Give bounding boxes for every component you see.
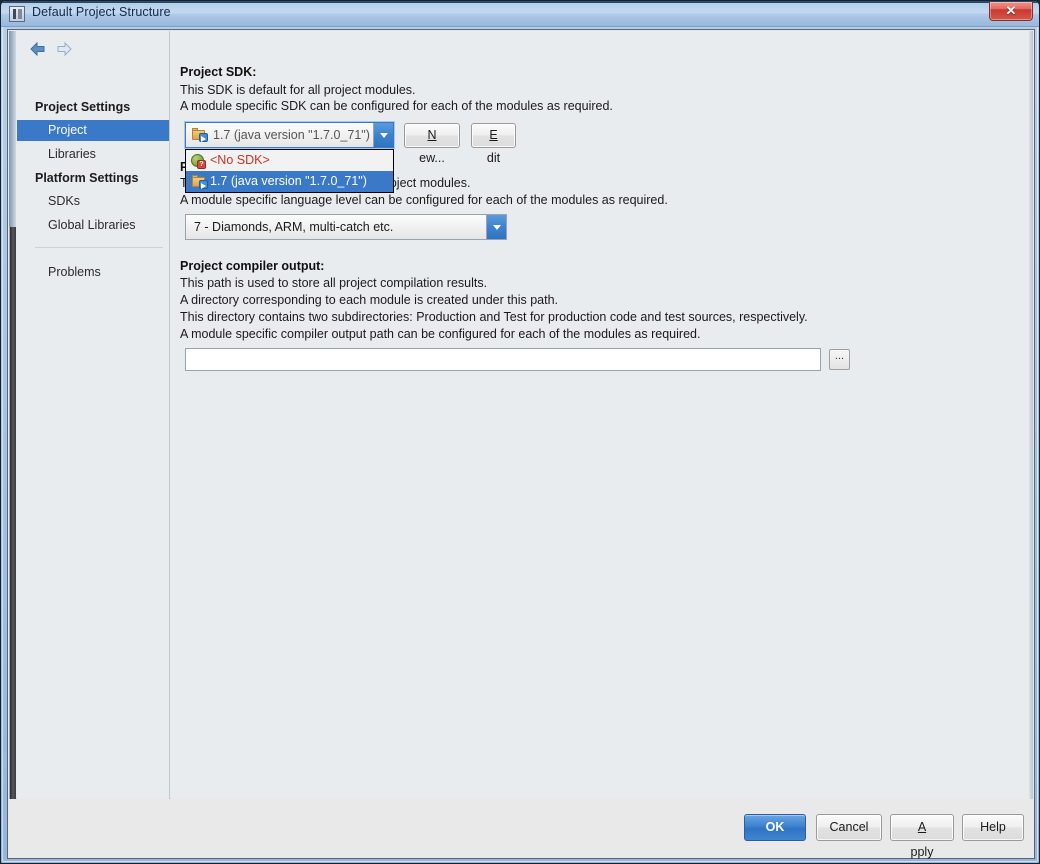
sidebar-divider: [35, 247, 163, 248]
sdk-option-label: <No SDK>: [210, 153, 270, 167]
project-sdk-combobox[interactable]: 1.7 (java version "1.7.0_71"): [185, 122, 394, 148]
ok-button[interactable]: OK: [744, 814, 806, 841]
project-compiler-output-title: Project compiler output:: [180, 259, 325, 273]
help-button-label: Help: [980, 820, 1006, 834]
compiler-output-path-input[interactable]: [185, 348, 821, 371]
browse-compiler-output-button[interactable]: ...: [829, 349, 850, 370]
main-panel: Project SDK: This SDK is default for all…: [171, 31, 1033, 799]
close-button[interactable]: ✕: [989, 2, 1033, 21]
project-compiler-output-desc-3: This directory contains two subdirectori…: [180, 310, 808, 324]
project-sdk-value: 1.7 (java version "1.7.0_71"): [213, 128, 370, 142]
title-bar: Default Project Structure ✕: [1, 1, 1039, 27]
new-sdk-button[interactable]: New...: [404, 123, 460, 165]
sidebar: Project Settings Project Libraries Platf…: [17, 31, 170, 799]
ok-button-label: OK: [765, 820, 785, 834]
title-bar-top-edge: [1, 1, 1039, 3]
edit-sdk-button-label: Edit: [486, 128, 501, 165]
sidebar-item-label: Global Libraries: [48, 218, 136, 232]
sidebar-nav-arrows: [25, 39, 85, 61]
chevron-down-icon[interactable]: [373, 123, 393, 147]
sidebar-item-sdks[interactable]: SDKs: [17, 191, 169, 212]
apply-button-label: Apply: [910, 820, 934, 859]
project-sdk-title: Project SDK:: [180, 65, 257, 79]
close-icon: ✕: [1005, 3, 1017, 18]
sidebar-item-label: Libraries: [48, 147, 96, 161]
project-language-level-value: 7 - Diamonds, ARM, multi-catch etc.: [194, 220, 394, 234]
sidebar-item-label: Problems: [48, 265, 101, 279]
project-compiler-output-desc-2: A directory corresponding to each module…: [180, 293, 558, 307]
sidebar-item-project[interactable]: Project: [17, 120, 169, 141]
sdk-option-no-sdk[interactable]: ? <No SDK>: [186, 150, 393, 171]
new-sdk-button-label: New...: [419, 128, 445, 165]
left-scrollbar-track[interactable]: [10, 227, 16, 799]
chevron-down-icon[interactable]: [486, 215, 506, 239]
project-language-level-combobox[interactable]: 7 - Diamonds, ARM, multi-catch etc.: [185, 214, 507, 240]
sidebar-item-label: SDKs: [48, 194, 80, 208]
project-sdk-desc-2: A module specific SDK can be configured …: [180, 99, 613, 113]
sidebar-group-project-settings: Project Settings: [35, 100, 131, 114]
project-sdk-desc-1: This SDK is default for all project modu…: [180, 83, 416, 97]
sidebar-item-global-libraries[interactable]: Global Libraries: [17, 215, 169, 236]
edit-sdk-mnemonic: E: [489, 128, 498, 142]
left-scrollbar[interactable]: [9, 31, 16, 799]
project-compiler-output-desc-4: A module specific compiler output path c…: [180, 327, 701, 341]
sdk-folder-icon: [192, 128, 208, 142]
arrow-left-icon[interactable]: [29, 41, 47, 57]
arrow-right-icon[interactable]: [55, 41, 73, 57]
right-panel-edge: [1029, 31, 1033, 799]
sidebar-item-problems[interactable]: Problems: [17, 262, 169, 283]
sdk-folder-icon: [192, 175, 208, 189]
help-button[interactable]: Help: [962, 814, 1024, 841]
cancel-button-label: Cancel: [829, 820, 869, 834]
sdk-option-jdk-1-7[interactable]: 1.7 (java version "1.7.0_71"): [186, 171, 393, 192]
browse-compiler-output-label: ...: [834, 350, 845, 362]
no-sdk-icon: ?: [191, 154, 206, 169]
window-title: Default Project Structure: [32, 5, 171, 19]
sdk-option-label: 1.7 (java version "1.7.0_71"): [210, 174, 367, 188]
project-compiler-output-desc-1: This path is used to store all project c…: [180, 276, 488, 290]
cancel-button[interactable]: Cancel: [816, 814, 882, 841]
sidebar-item-label: Project: [48, 123, 87, 137]
intellij-idea-icon: [9, 6, 25, 22]
sidebar-item-libraries[interactable]: Libraries: [17, 144, 169, 165]
dialog-window: Default Project Structure ✕ Project Sett…: [0, 0, 1040, 864]
new-sdk-mnemonic: N: [427, 128, 437, 142]
apply-button[interactable]: Apply: [890, 814, 954, 859]
project-language-level-desc-2: A module specific language level can be …: [180, 193, 668, 207]
edit-sdk-button[interactable]: Edit: [471, 123, 516, 165]
content-area: Project Settings Project Libraries Platf…: [9, 31, 1033, 799]
project-sdk-dropdown-popup[interactable]: ? <No SDK> 1.7 (java version "1.7.0_71"): [185, 149, 394, 193]
dialog-client-area: Project Settings Project Libraries Platf…: [7, 29, 1035, 859]
left-scrollbar-thumb[interactable]: [9, 31, 16, 227]
apply-mnemonic: A: [917, 820, 927, 834]
dialog-footer: OK Cancel Apply Help: [9, 800, 1033, 859]
sidebar-group-platform-settings: Platform Settings: [35, 171, 139, 185]
